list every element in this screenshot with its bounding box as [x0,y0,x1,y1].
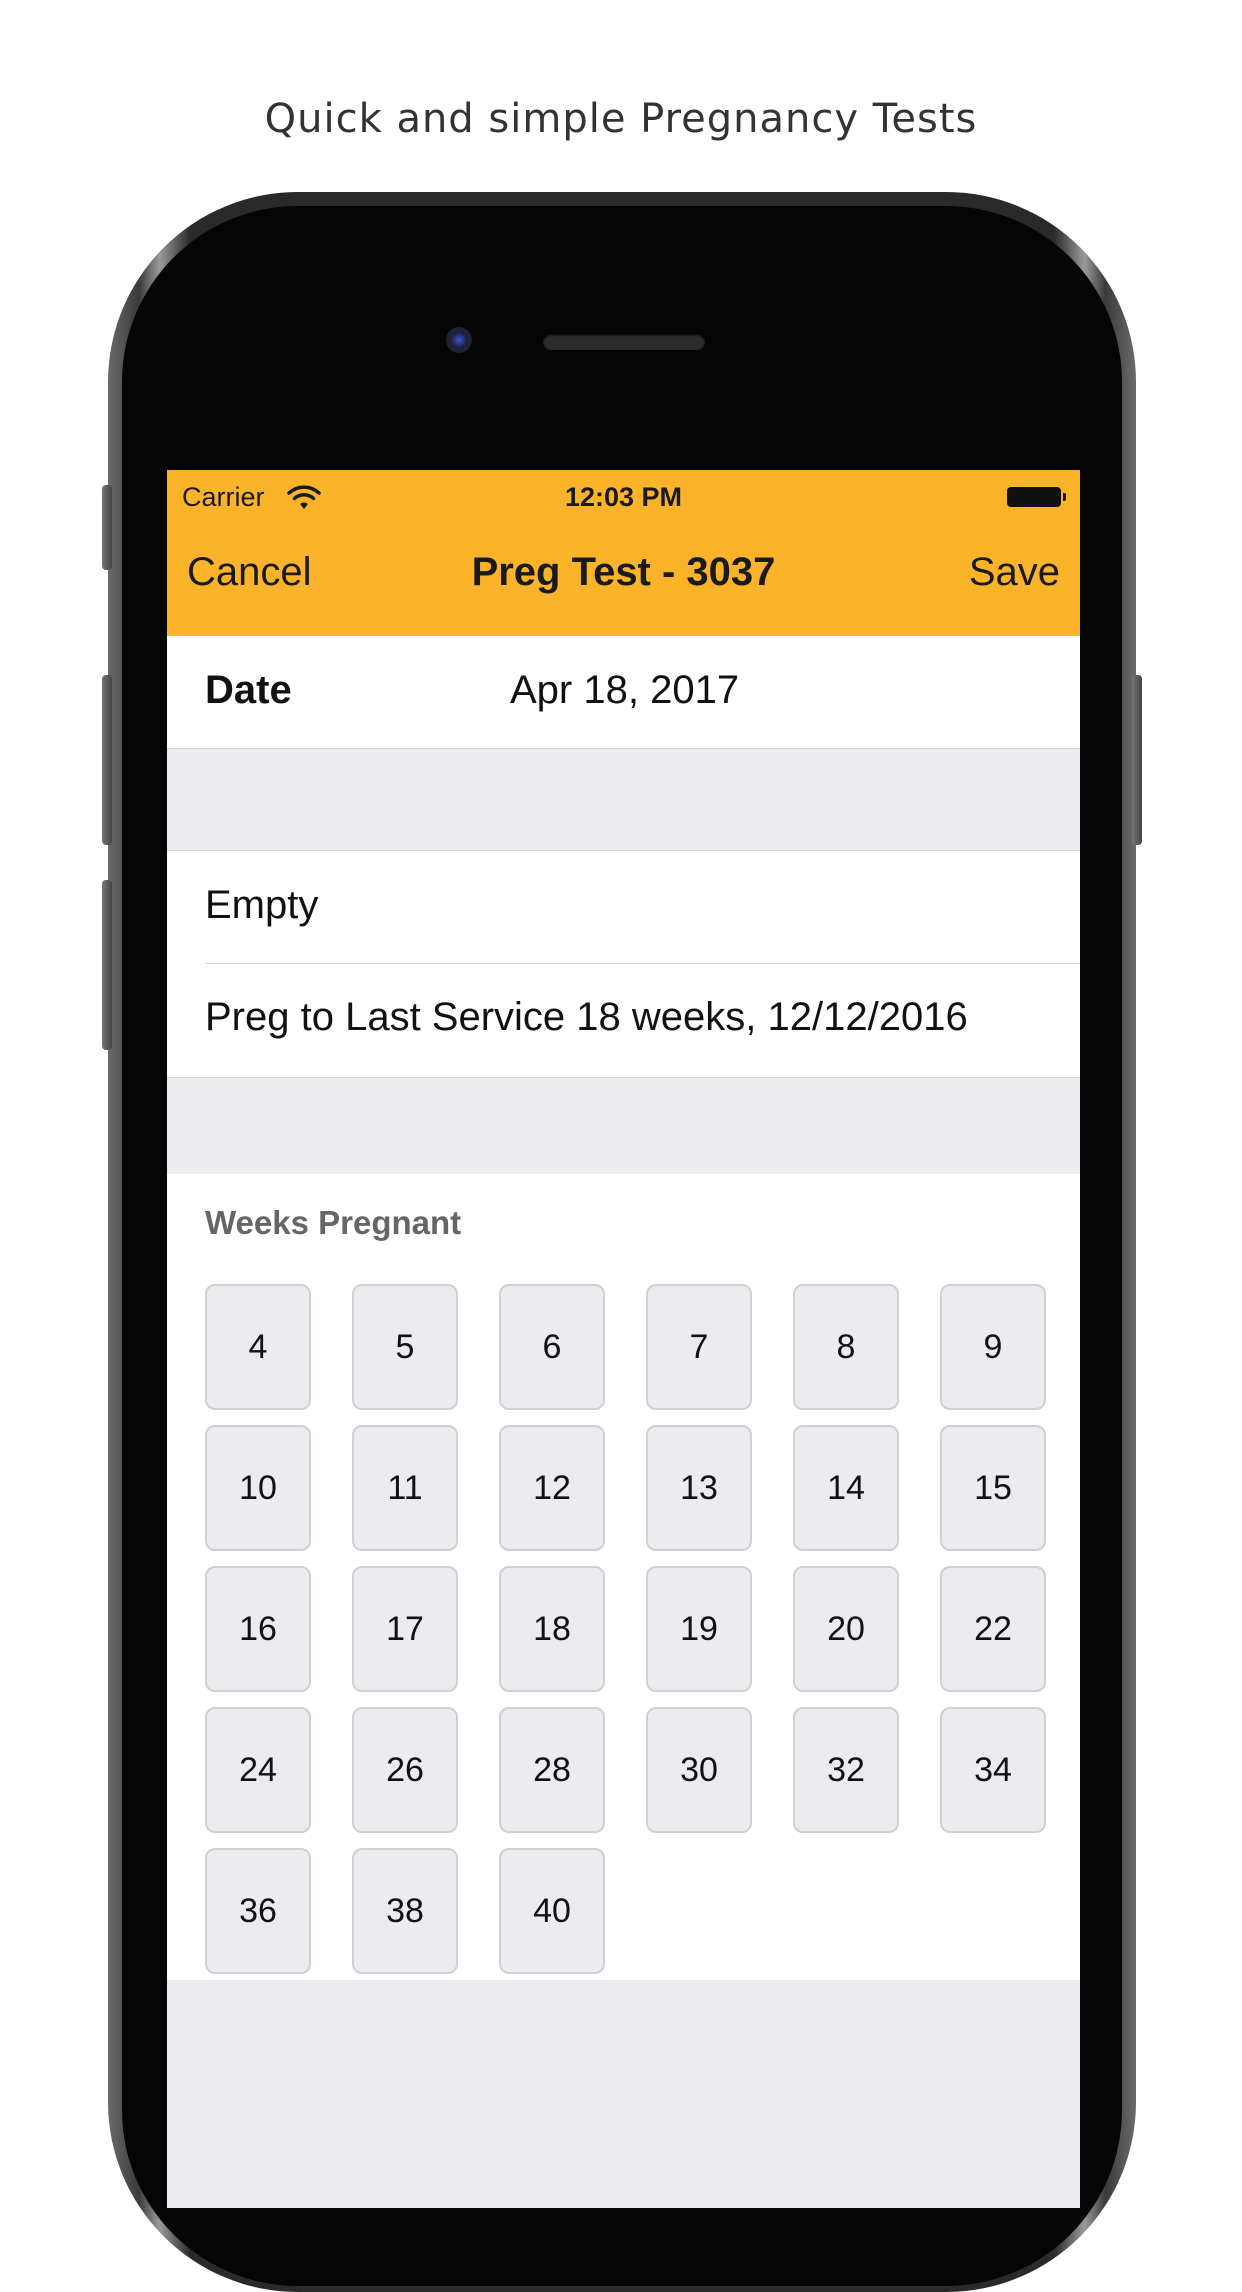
week-button-26[interactable]: 26 [352,1707,458,1833]
week-button-32[interactable]: 32 [793,1707,899,1833]
week-button-17[interactable]: 17 [352,1566,458,1692]
week-button-9[interactable]: 9 [940,1284,1046,1410]
week-button-34[interactable]: 34 [940,1707,1046,1833]
weeks-pregnant-panel: Weeks Pregnant 4 5 6 7 8 9 10 11 12 13 14 15 16 17 18 1… [167,1174,1080,1980]
page-title: Preg Test - 3037 [471,550,776,594]
week-button-19[interactable]: 19 [646,1566,752,1692]
divider [205,963,1080,964]
week-button-30[interactable]: 30 [646,1707,752,1833]
promo-caption: Quick and simple Pregnancy Tests [264,96,978,142]
week-button-8[interactable]: 8 [793,1284,899,1410]
week-button-6[interactable]: 6 [499,1284,605,1410]
week-button-24[interactable]: 24 [205,1707,311,1833]
status-time: 12:03 PM [564,482,683,512]
week-button-15[interactable]: 15 [940,1425,1046,1551]
result-options: Empty Preg to Last Service 18 weeks, 12/… [167,850,1080,1078]
week-button-20[interactable]: 20 [793,1566,899,1692]
week-button-28[interactable]: 28 [499,1707,605,1833]
volume-down-button [102,880,112,1050]
week-button-10[interactable]: 10 [205,1425,311,1551]
week-button-18[interactable]: 18 [499,1566,605,1692]
result-option-preg-to-last-service[interactable]: Preg to Last Service 18 weeks, 12/12/201… [205,995,968,1040]
week-button-22[interactable]: 22 [940,1566,1046,1692]
week-button-7[interactable]: 7 [646,1284,752,1410]
app-header: Carrier 12:03 PM Cancel Preg Test - 3037… [167,470,1080,636]
result-option-empty[interactable]: Empty [205,883,318,928]
week-button-5[interactable]: 5 [352,1284,458,1410]
week-button-14[interactable]: 14 [793,1425,899,1551]
week-button-36[interactable]: 36 [205,1848,311,1974]
earpiece-speaker [543,334,705,350]
week-button-38[interactable]: 38 [352,1848,458,1974]
week-button-4[interactable]: 4 [205,1284,311,1410]
navigation-bar: Cancel Preg Test - 3037 Save [167,526,1080,636]
save-button[interactable]: Save [969,550,1060,595]
week-button-13[interactable]: 13 [646,1425,752,1551]
mute-switch [102,485,112,570]
front-camera [446,327,472,353]
power-button [1132,675,1142,845]
date-row[interactable]: Date Apr 18, 2017 [167,636,1080,749]
week-button-11[interactable]: 11 [352,1425,458,1551]
status-bar: Carrier 12:03 PM [167,470,1080,526]
weeks-pregnant-title: Weeks Pregnant [205,1204,462,1241]
battery-icon [1007,487,1066,507]
date-label: Date [205,668,292,712]
volume-up-button [102,675,112,845]
app-screen: Carrier 12:03 PM Cancel Preg Test - 3037… [167,470,1080,2208]
date-value: Apr 18, 2017 [510,668,740,712]
week-button-12[interactable]: 12 [499,1425,605,1551]
week-button-40[interactable]: 40 [499,1848,605,1974]
week-button-16[interactable]: 16 [205,1566,311,1692]
